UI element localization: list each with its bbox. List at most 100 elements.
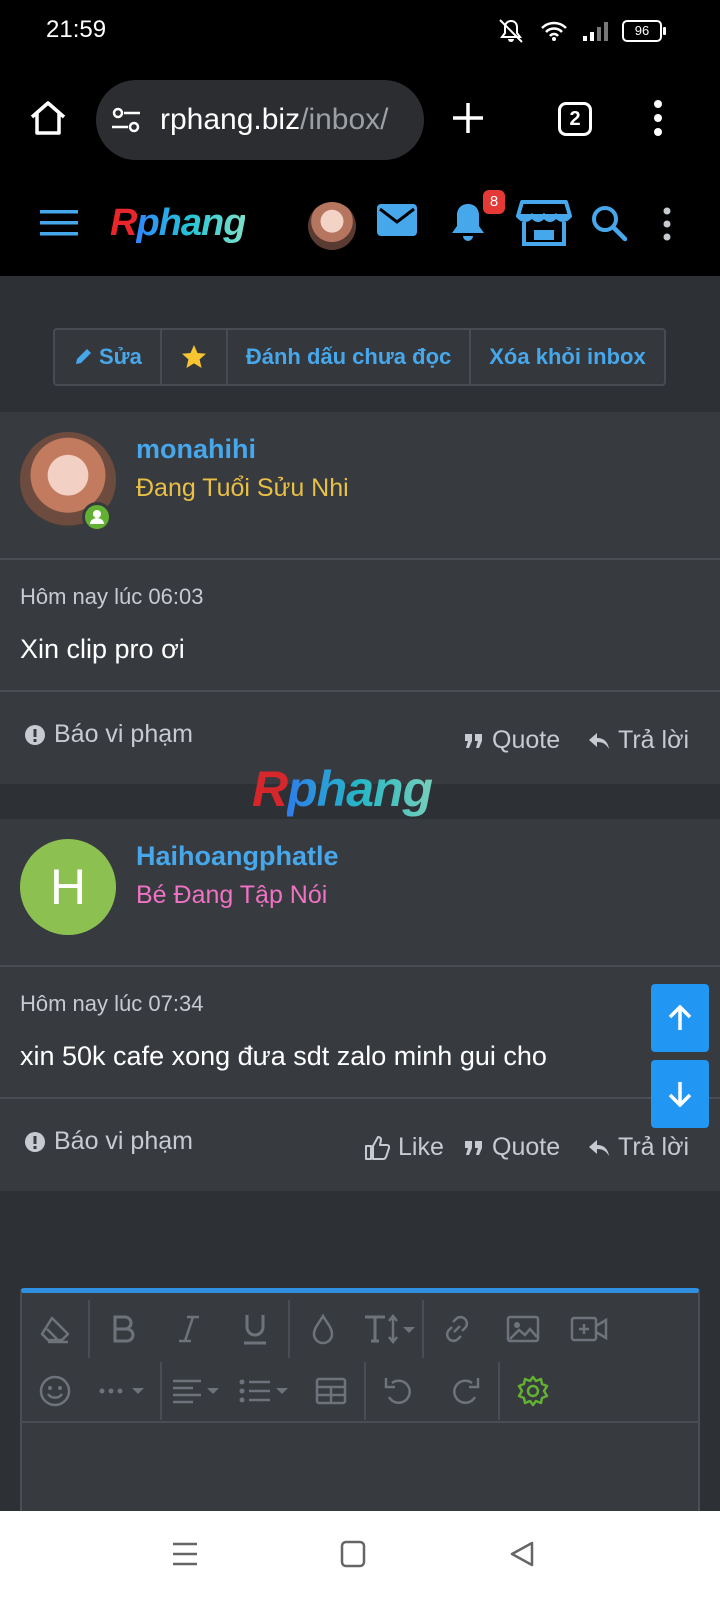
back-nav-icon[interactable] <box>508 1540 536 1568</box>
thumbs-up-icon <box>365 1135 390 1160</box>
link-button[interactable] <box>424 1299 490 1359</box>
quote-icon <box>465 1140 482 1155</box>
site-header: Rphang 8 <box>0 176 720 276</box>
link-icon <box>445 1315 469 1343</box>
more-options-button[interactable] <box>88 1361 160 1421</box>
conversation-content: Sửa Đánh dấu chưa đọc Xóa khỏi inbox mon… <box>0 276 720 1511</box>
edit-label: Sửa <box>99 344 142 369</box>
text-color-button[interactable] <box>290 1299 356 1359</box>
like-label: Like <box>398 1133 444 1161</box>
status-icons: 96 <box>496 18 666 44</box>
message-header: H Haihoangphatle Bé Đang Tập Nói <box>0 819 720 967</box>
user-avatar-letter[interactable]: H <box>20 839 116 935</box>
reply-button[interactable]: Trả lời <box>588 1133 689 1162</box>
status-bar: 21:59 96 <box>0 0 720 64</box>
hamburger-menu-icon[interactable] <box>40 208 78 238</box>
remove-from-inbox-button[interactable]: Xóa khỏi inbox <box>471 330 663 384</box>
conversation-toolbar: Sửa Đánh dấu chưa đọc Xóa khỏi inbox <box>53 328 666 386</box>
message-body: Hôm nay lúc 06:03 Xin clip pro ơi <box>0 560 720 692</box>
star-icon <box>181 345 206 368</box>
system-nav-bar <box>0 1511 720 1600</box>
url-path: /inbox/ <box>300 103 389 136</box>
quote-label: Quote <box>492 1133 561 1161</box>
home-icon[interactable] <box>28 98 68 138</box>
eraser-icon <box>40 1316 70 1344</box>
font-size-button[interactable] <box>356 1299 422 1359</box>
bold-icon <box>113 1315 135 1343</box>
image-button[interactable] <box>490 1299 556 1359</box>
reply-label: Trả lời <box>618 1133 690 1161</box>
new-tab-icon[interactable] <box>450 100 486 136</box>
text-size-icon <box>365 1313 415 1345</box>
alert-icon <box>25 724 45 745</box>
report-button[interactable]: Báo vi phạm <box>24 1127 193 1156</box>
quote-icon <box>465 733 482 748</box>
italic-icon <box>179 1315 199 1343</box>
store-icon[interactable] <box>516 198 572 248</box>
media-button[interactable] <box>556 1299 622 1359</box>
search-icon[interactable] <box>590 204 628 242</box>
browser-toolbar: rphang.biz/inbox/ 2 <box>0 64 720 176</box>
edit-button[interactable]: Sửa <box>55 330 162 384</box>
tab-switcher-button[interactable]: 2 <box>558 102 592 136</box>
underline-icon <box>244 1315 266 1345</box>
reply-icon <box>589 732 609 749</box>
list-icon <box>239 1379 288 1403</box>
italic-button[interactable] <box>156 1299 222 1359</box>
editor-toolbar-row-2 <box>22 1361 698 1421</box>
list-button[interactable] <box>230 1361 298 1421</box>
clear-format-button[interactable] <box>22 1299 88 1359</box>
undo-button[interactable] <box>366 1361 432 1421</box>
droplet-icon <box>312 1313 334 1345</box>
table-button[interactable] <box>298 1361 364 1421</box>
quote-button[interactable]: Quote <box>464 1133 560 1162</box>
scroll-to-top-button[interactable] <box>651 984 709 1052</box>
url-text[interactable]: rphang.biz/inbox/ <box>160 103 389 137</box>
browser-menu-icon[interactable] <box>652 98 664 138</box>
ellipsis-dropdown-icon <box>99 1388 144 1394</box>
user-avatar[interactable] <box>308 202 356 250</box>
quote-button[interactable]: Quote <box>464 726 560 755</box>
username[interactable]: monahihi <box>136 434 256 465</box>
username[interactable]: Haihoangphatle <box>136 841 339 872</box>
like-button[interactable]: Like <box>364 1133 444 1162</box>
signal-icon <box>583 22 608 41</box>
user-title: Bé Đang Tập Nói <box>136 881 328 909</box>
align-button[interactable] <box>162 1361 230 1421</box>
bold-button[interactable] <box>90 1299 156 1359</box>
gear-icon <box>517 1375 549 1407</box>
address-bar[interactable]: rphang.biz/inbox/ <box>96 80 424 160</box>
mark-unread-button[interactable]: Đánh dấu chưa đọc <box>228 330 472 384</box>
silent-bell-icon <box>499 19 523 43</box>
arrow-up-icon <box>668 1004 692 1030</box>
mail-icon[interactable] <box>376 202 418 238</box>
star-button[interactable] <box>162 330 228 384</box>
emoji-button[interactable] <box>22 1361 88 1421</box>
underline-button[interactable] <box>222 1299 288 1359</box>
scroll-to-bottom-button[interactable] <box>651 1060 709 1128</box>
editor-toolbar-row-1 <box>22 1299 698 1359</box>
message-text: xin 50k cafe xong đưa sdt zalo minh gui … <box>20 1041 547 1071</box>
site-settings-icon[interactable] <box>110 104 142 136</box>
site-logo[interactable]: Rphang <box>110 202 246 245</box>
home-nav-icon[interactable] <box>340 1540 366 1568</box>
watermark-logo: Rphang <box>252 761 433 817</box>
arrow-down-icon <box>668 1082 692 1108</box>
pencil-icon <box>76 349 91 364</box>
redo-button[interactable] <box>432 1361 498 1421</box>
url-host: rphang.biz <box>160 103 301 136</box>
bell-icon[interactable] <box>448 200 488 244</box>
message-body: Hôm nay lúc 07:34 xin 50k cafe xong đưa … <box>0 967 720 1099</box>
editor-text-area[interactable] <box>22 1423 698 1511</box>
notification-badge: 8 <box>483 190 505 214</box>
video-add-icon <box>570 1316 608 1342</box>
alert-icon <box>25 1131 45 1152</box>
editor-settings-button[interactable] <box>500 1361 566 1421</box>
status-time: 21:59 <box>46 16 107 43</box>
redo-icon <box>453 1378 480 1404</box>
report-label: Báo vi phạm <box>54 1127 193 1155</box>
reply-button[interactable]: Trả lời <box>588 726 689 755</box>
report-button[interactable]: Báo vi phạm <box>24 720 193 749</box>
more-icon[interactable] <box>662 206 672 242</box>
recent-apps-icon[interactable] <box>172 1541 198 1567</box>
